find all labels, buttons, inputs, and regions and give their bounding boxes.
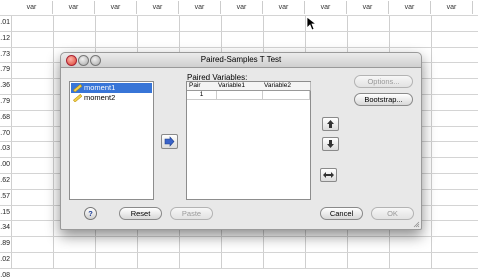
- arrow-down-icon: [327, 140, 334, 148]
- arrow-right-icon: [164, 136, 175, 147]
- ruler-scale-icon: [73, 94, 82, 102]
- move-down-button[interactable]: [322, 137, 339, 151]
- variable-item-moment1[interactable]: moment1: [71, 83, 152, 93]
- paste-button[interactable]: Paste: [170, 207, 213, 220]
- column-header-pair: Pair: [187, 82, 217, 91]
- column-header-var[interactable]: var: [179, 1, 221, 14]
- cell-value[interactable]: .36: [0, 82, 10, 90]
- cell-value[interactable]: .02: [0, 256, 10, 264]
- column-header-var[interactable]: var: [53, 1, 95, 14]
- cell-value[interactable]: .01: [0, 19, 10, 27]
- variable-item-moment2[interactable]: moment2: [71, 93, 152, 103]
- paired-samples-t-test-dialog: Paired-Samples T Test moment1 moment2 Pa…: [60, 52, 422, 230]
- cell-value[interactable]: .89: [0, 240, 10, 248]
- column-header-var[interactable]: var: [263, 1, 305, 14]
- row-divider: [0, 15, 478, 16]
- column-divider: [53, 0, 54, 269]
- variable-name: moment2: [84, 93, 116, 102]
- column-header-var[interactable]: var: [305, 1, 347, 14]
- column-header-var[interactable]: var: [95, 1, 137, 14]
- pair-number-cell[interactable]: 1: [187, 91, 217, 100]
- arrow-up-icon: [327, 120, 334, 128]
- cell-value[interactable]: .79: [0, 98, 10, 106]
- column-header-var[interactable]: var: [431, 1, 473, 14]
- cell-value[interactable]: .73: [0, 51, 10, 59]
- swap-arrows-icon: [323, 172, 334, 178]
- cell-value[interactable]: .62: [0, 177, 10, 185]
- cancel-button[interactable]: Cancel: [320, 207, 363, 220]
- column-header-var[interactable]: var: [221, 1, 263, 14]
- dialog-title: Paired-Samples T Test: [200, 55, 282, 64]
- paired-variables-table[interactable]: Pair Variable1 Variable2 1: [186, 81, 311, 200]
- resize-grip-icon[interactable]: [413, 221, 420, 228]
- ruler-scale-icon: [73, 84, 82, 92]
- options-button[interactable]: Options...: [354, 75, 413, 88]
- cell-value[interactable]: .34: [0, 224, 10, 232]
- move-up-button[interactable]: [322, 117, 339, 131]
- row-divider: [0, 47, 478, 48]
- column-header-variable2: Variable2: [262, 82, 311, 91]
- column-divider: [431, 0, 432, 269]
- column-header-var[interactable]: var: [347, 1, 389, 14]
- column-header-var[interactable]: var: [137, 1, 179, 14]
- cell-value[interactable]: .08: [0, 272, 10, 280]
- dialog-title-bar[interactable]: Paired-Samples T Test: [61, 53, 421, 68]
- cell-value[interactable]: .68: [0, 114, 10, 122]
- variable2-cell[interactable]: [262, 91, 310, 100]
- reset-button[interactable]: Reset: [119, 207, 162, 220]
- row-divider: [0, 31, 478, 32]
- bootstrap-button[interactable]: Bootstrap...: [354, 93, 413, 106]
- cell-value[interactable]: .12: [0, 35, 10, 43]
- cell-value[interactable]: .03: [0, 145, 10, 153]
- cell-value[interactable]: .70: [0, 130, 10, 138]
- help-icon[interactable]: ?: [84, 207, 97, 220]
- source-variable-list[interactable]: moment1 moment2: [69, 81, 154, 200]
- ok-button[interactable]: OK: [371, 207, 414, 220]
- column-header-var[interactable]: var: [11, 1, 53, 14]
- column-header-var[interactable]: var: [389, 1, 431, 14]
- cell-value[interactable]: .57: [0, 193, 10, 201]
- move-to-paired-button[interactable]: [161, 134, 178, 149]
- row-divider: [0, 236, 478, 237]
- column-divider: [11, 0, 12, 269]
- mouse-cursor-icon: [307, 17, 316, 30]
- variable1-cell[interactable]: [216, 91, 263, 100]
- row-divider: [0, 252, 478, 253]
- column-header-variable1: Variable1: [216, 82, 263, 91]
- cell-value[interactable]: .79: [0, 66, 10, 74]
- swap-variables-button[interactable]: [320, 168, 337, 182]
- cell-value[interactable]: .15: [0, 209, 10, 217]
- variable-name: moment1: [84, 83, 116, 92]
- column-header-row: var var var var var var var var var var var: [0, 0, 478, 15]
- cell-value[interactable]: .00: [0, 161, 10, 169]
